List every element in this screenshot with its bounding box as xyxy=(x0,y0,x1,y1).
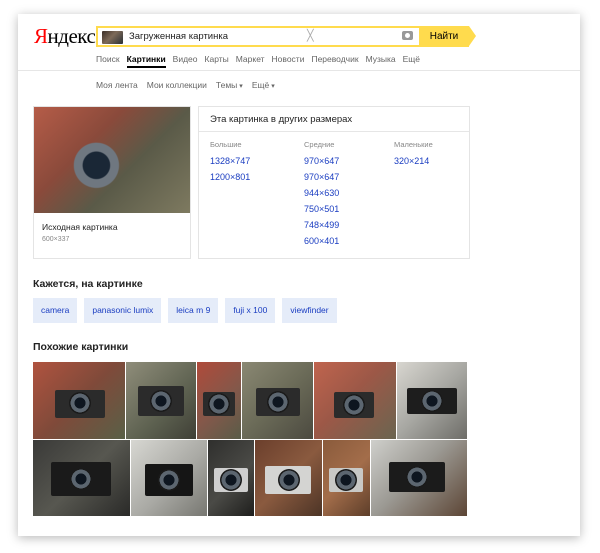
similar-image[interactable] xyxy=(242,362,313,439)
similar-section-title: Похожие картинки xyxy=(33,341,129,353)
tag-fuji-x100[interactable]: fuji x 100 xyxy=(225,298,276,323)
similar-image[interactable] xyxy=(126,362,196,439)
tab-images[interactable]: Картинки xyxy=(126,52,166,68)
subnav-my-feed[interactable]: Моя лента xyxy=(96,78,138,94)
tab-news[interactable]: Новости xyxy=(272,52,305,68)
tag-camera[interactable]: camera xyxy=(33,298,78,323)
size-link[interactable]: 944×630 xyxy=(304,185,339,201)
chevron-down-icon: ▾ xyxy=(239,83,243,90)
tags-section-title: Кажется, на картинке xyxy=(33,278,143,290)
search-query-text: Загруженная картинка xyxy=(129,31,228,42)
tab-search[interactable]: Поиск xyxy=(96,52,120,68)
search-button[interactable]: Найти xyxy=(419,26,476,47)
subnav-themes[interactable]: Темы ▾ xyxy=(216,78,243,94)
source-image-title: Исходная картинка xyxy=(42,222,118,232)
similar-image[interactable] xyxy=(131,440,207,516)
sizes-small-label: Маленькие xyxy=(394,140,433,149)
sizes-large-label: Большие xyxy=(210,140,242,149)
header-divider xyxy=(18,70,580,71)
tag-panasonic-lumix[interactable]: panasonic lumix xyxy=(84,298,162,323)
camera-icon[interactable] xyxy=(402,31,413,40)
source-image-size: 600×337 xyxy=(42,236,70,243)
sizes-column-medium: Средние 970×647 970×647 944×630 750×501 … xyxy=(304,140,339,249)
size-link[interactable]: 748×499 xyxy=(304,217,339,233)
tags-list: camera panasonic lumix leica m 9 fuji x … xyxy=(33,298,337,323)
service-tabs: Поиск Картинки Видео Карты Маркет Новост… xyxy=(96,52,420,68)
tab-more[interactable]: Ещё xyxy=(403,52,420,68)
size-link[interactable]: 1200×801 xyxy=(210,169,250,185)
similar-image[interactable] xyxy=(33,440,130,516)
subnav-my-collections[interactable]: Мои коллекции xyxy=(147,78,207,94)
page-card: Яндекс Загруженная картинка ╳ Найти Поис… xyxy=(18,14,580,536)
clear-icon[interactable]: ╳ xyxy=(307,29,314,44)
size-link[interactable]: 600×401 xyxy=(304,233,339,249)
tab-translator[interactable]: Переводчик xyxy=(311,52,358,68)
tab-video[interactable]: Видео xyxy=(173,52,198,68)
tag-viewfinder[interactable]: viewfinder xyxy=(282,298,337,323)
size-link[interactable]: 970×647 xyxy=(304,153,339,169)
similar-image[interactable] xyxy=(33,362,125,439)
tab-music[interactable]: Музыка xyxy=(366,52,396,68)
other-sizes-divider xyxy=(199,131,469,132)
sizes-medium-label: Средние xyxy=(304,140,335,149)
other-sizes-panel: Эта картинка в других размерах Большие 1… xyxy=(198,106,470,259)
size-link[interactable]: 1328×747 xyxy=(210,153,250,169)
similar-image[interactable] xyxy=(208,440,254,516)
source-image-panel: Исходная картинка 600×337 xyxy=(33,106,191,259)
size-link[interactable]: 970×647 xyxy=(304,169,339,185)
size-link[interactable]: 750×501 xyxy=(304,201,339,217)
chevron-down-icon: ▾ xyxy=(271,83,275,90)
images-subnav: Моя лента Мои коллекции Темы ▾ Ещё ▾ xyxy=(96,78,275,94)
subnav-more[interactable]: Ещё ▾ xyxy=(252,78,275,94)
uploaded-image-thumbnail xyxy=(102,31,123,44)
similar-image[interactable] xyxy=(371,440,467,516)
yandex-logo[interactable]: Яндекс xyxy=(34,24,96,48)
similar-image[interactable] xyxy=(255,440,322,516)
tag-leica-m9[interactable]: leica m 9 xyxy=(168,298,219,323)
other-sizes-title: Эта картинка в других размерах xyxy=(210,114,353,125)
similar-image[interactable] xyxy=(323,440,370,516)
search-input[interactable]: Загруженная картинка ╳ xyxy=(96,26,468,47)
sizes-column-large: Большие 1328×747 1200×801 xyxy=(210,140,250,185)
tab-maps[interactable]: Карты xyxy=(205,52,229,68)
similar-image[interactable] xyxy=(397,362,467,439)
sizes-column-small: Маленькие 320×214 xyxy=(394,140,433,169)
similar-image[interactable] xyxy=(197,362,241,439)
similar-image[interactable] xyxy=(314,362,396,439)
size-link[interactable]: 320×214 xyxy=(394,153,433,169)
tab-market[interactable]: Маркет xyxy=(236,52,265,68)
similar-images-grid xyxy=(33,362,467,516)
source-image[interactable] xyxy=(34,107,190,213)
